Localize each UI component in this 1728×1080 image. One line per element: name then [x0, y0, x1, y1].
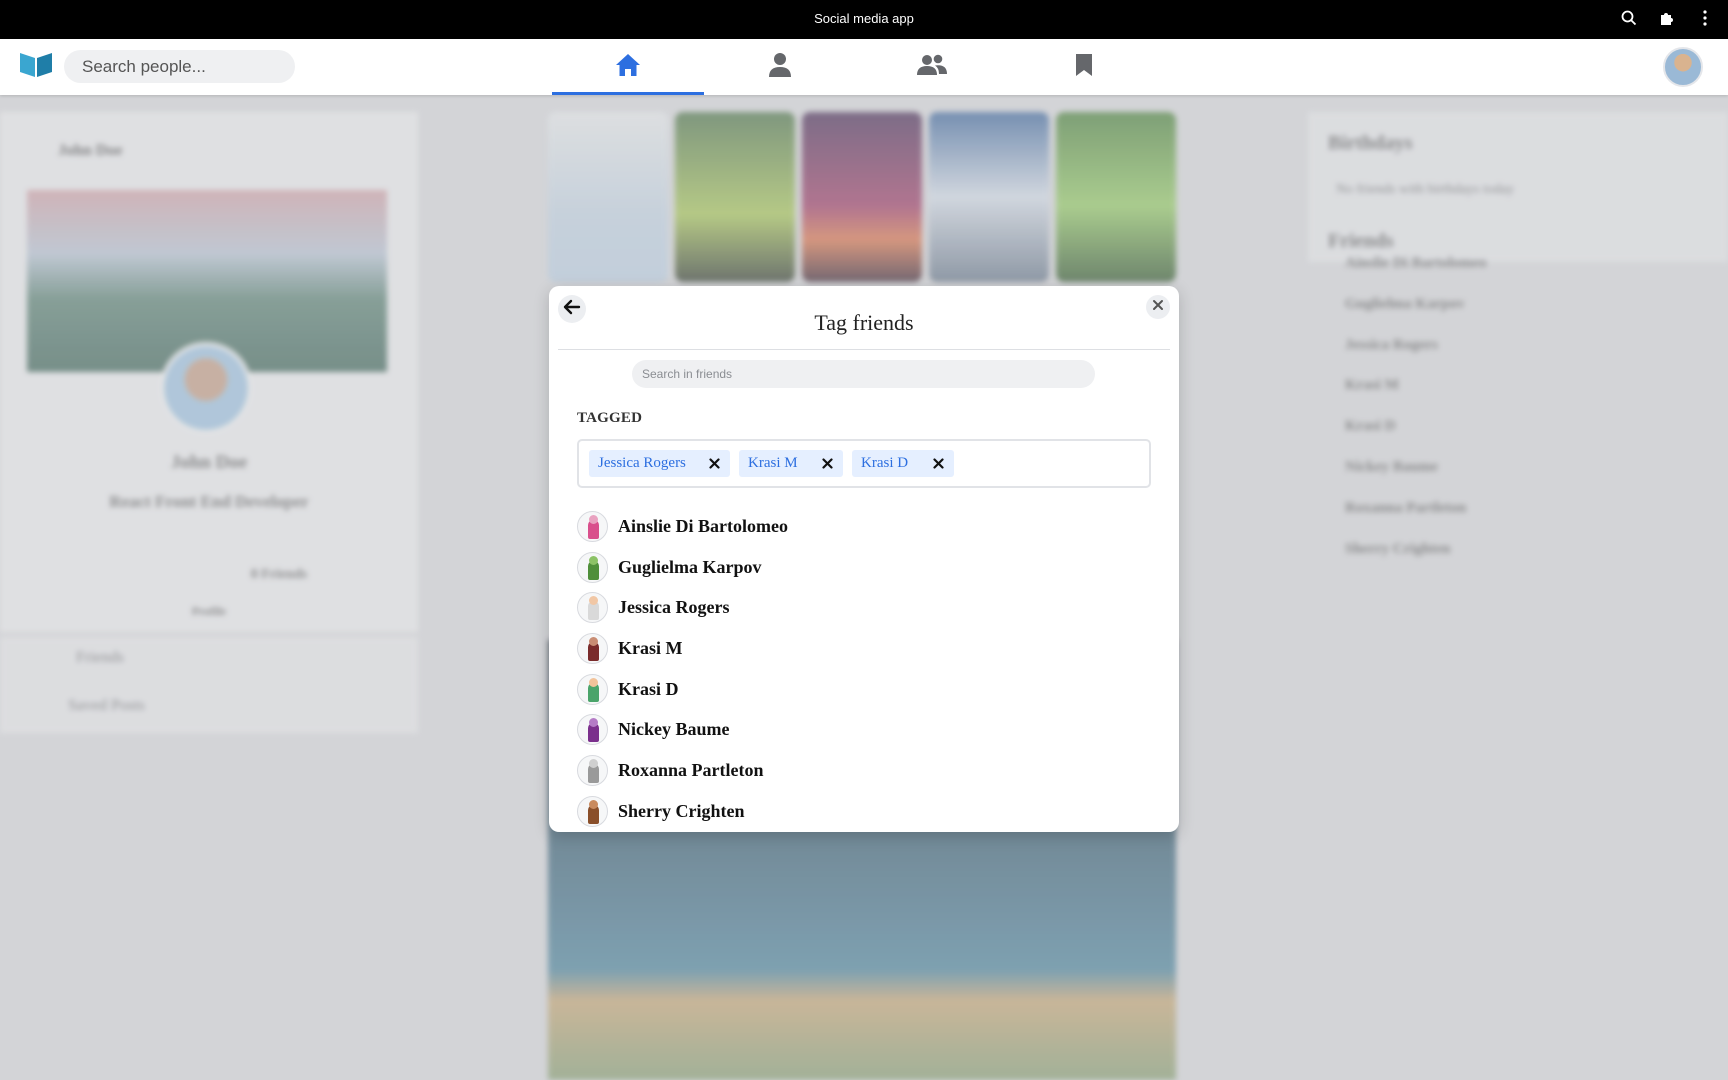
tag-chip-label: Krasi D — [861, 455, 909, 471]
search-friends-input[interactable] — [632, 360, 1095, 388]
modal-divider — [558, 349, 1170, 350]
tab-saved[interactable] — [1008, 39, 1160, 95]
tag-chip: Krasi D — [852, 450, 954, 477]
friend-list-item[interactable]: Nickey Baume — [577, 709, 1151, 750]
users-icon — [916, 53, 948, 82]
tagged-label: TAGGED — [577, 410, 643, 426]
friend-avatar — [577, 714, 608, 746]
tag-chip-label: Jessica Rogers — [598, 455, 686, 471]
friend-avatar — [577, 673, 608, 705]
window-title: Social media app — [814, 11, 914, 26]
friend-name: Ainslie Di Bartolomeo — [618, 515, 788, 536]
tab-home[interactable] — [552, 39, 704, 95]
friend-avatar — [577, 795, 608, 827]
remove-tag-icon[interactable] — [708, 458, 720, 470]
friend-list-item[interactable]: Roxanna Partleton — [577, 750, 1151, 791]
tag-chip: Krasi M — [739, 450, 843, 477]
remove-tag-icon[interactable] — [932, 458, 944, 470]
app-logo-icon[interactable] — [18, 50, 54, 80]
friend-name: Krasi M — [618, 637, 683, 658]
friend-avatar — [577, 510, 608, 542]
friend-list-item[interactable]: Guglielma Karpov — [577, 547, 1151, 588]
friend-list-item[interactable]: Krasi M — [577, 628, 1151, 669]
tab-friends[interactable] — [856, 39, 1008, 95]
friend-avatar — [577, 551, 608, 583]
app-navbar — [0, 39, 1728, 95]
friend-name: Roxanna Partleton — [618, 759, 764, 780]
friend-list-item[interactable]: Krasi D — [577, 669, 1151, 710]
friend-name: Krasi D — [618, 678, 679, 699]
search-people-input[interactable] — [64, 50, 295, 83]
bookmark-icon — [1074, 53, 1094, 82]
tag-chip-label: Krasi M — [748, 455, 798, 471]
close-button[interactable] — [1146, 295, 1170, 319]
friend-avatar — [577, 632, 608, 664]
friend-list-item[interactable]: Jessica Rogers — [577, 587, 1151, 628]
friend-name: Sherry Crighten — [618, 800, 745, 821]
tag-friends-modal: Tag friends TAGGED Jessica Rogers Krasi … — [549, 286, 1179, 832]
friend-name: Jessica Rogers — [618, 597, 730, 618]
extensions-icon[interactable] — [1658, 9, 1678, 29]
tag-chip: Jessica Rogers — [589, 450, 730, 477]
more-vertical-icon[interactable] — [1696, 9, 1716, 29]
user-icon — [768, 52, 792, 83]
tagged-friends-box: Jessica Rogers Krasi M Krasi D — [577, 439, 1151, 488]
title-bar: Social media app — [0, 0, 1728, 39]
friend-list-item[interactable]: Sherry Crighten — [577, 791, 1151, 832]
friend-avatar — [577, 754, 608, 786]
close-icon — [1152, 298, 1164, 316]
remove-tag-icon[interactable] — [821, 458, 833, 470]
modal-title: Tag friends — [814, 310, 914, 335]
tab-profile[interactable] — [704, 39, 856, 95]
home-icon — [614, 52, 642, 83]
friend-avatar — [577, 592, 608, 624]
search-icon[interactable] — [1620, 9, 1640, 29]
account-avatar[interactable] — [1663, 47, 1703, 87]
friend-list: Ainslie Di Bartolomeo Guglielma Karpov J… — [577, 506, 1151, 832]
friend-list-item[interactable]: Ainslie Di Bartolomeo — [577, 506, 1151, 547]
friend-name: Nickey Baume — [618, 719, 730, 740]
friend-name: Guglielma Karpov — [618, 556, 762, 577]
